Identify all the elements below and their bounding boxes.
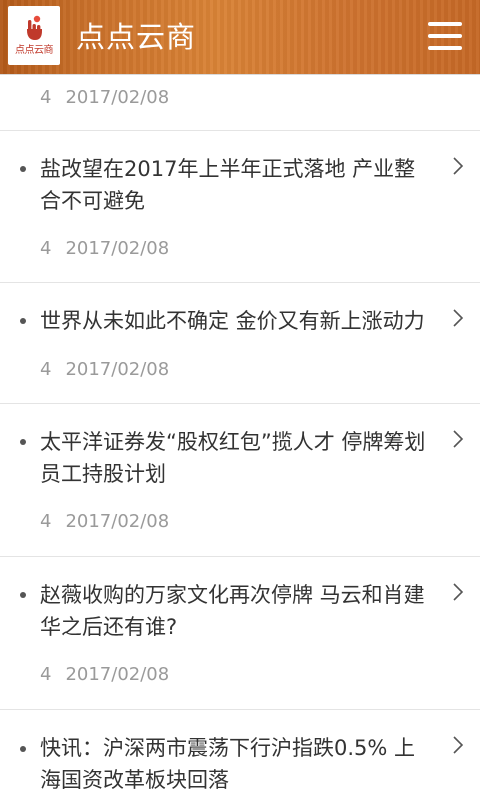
chevron-right-icon [453, 583, 464, 601]
view-count: 4 [40, 664, 52, 685]
app-logo[interactable]: 点点云商 [8, 6, 60, 65]
app-header: 点点云商 点点云商 [0, 0, 480, 74]
chevron-right-icon [453, 736, 464, 754]
bullet-icon [20, 166, 26, 172]
publish-date: 2017/02/08 [65, 359, 170, 380]
chevron-right-icon [453, 157, 464, 175]
chevron-right-icon [453, 430, 464, 448]
view-count: 4 [40, 87, 52, 108]
news-title: 快讯：沪深两市震荡下行沪指跌0.5% 上海国资改革板块回落 [40, 736, 416, 792]
view-count: 4 [40, 359, 52, 380]
view-count: 4 [40, 238, 52, 259]
app-title: 点点云商 [76, 20, 197, 54]
item-meta: 4 2017/02/08 [40, 86, 169, 110]
news-title: 赵薇收购的万家文化再次停牌 马云和肖建华之后还有谁? [40, 583, 425, 639]
bullet-icon [20, 318, 26, 324]
list-item[interactable]: 盐改望在2017年上半年正式落地 产业整合不可避免 4 2017/02/08 [0, 131, 480, 283]
item-meta: 4 2017/02/08 [40, 663, 169, 687]
item-meta: 4 2017/02/08 [40, 358, 169, 382]
item-meta: 4 2017/02/08 [40, 510, 169, 534]
hand-logo-icon [27, 15, 42, 40]
list-item[interactable]: 太平洋证券发“股权红包”揽人才 停牌筹划员工持股计划 4 2017/02/08 [0, 404, 480, 557]
publish-date: 2017/02/08 [65, 87, 170, 108]
list-item[interactable]: 世界从未如此不确定 金价又有新上涨动力 4 2017/02/08 [0, 283, 480, 404]
publish-date: 2017/02/08 [65, 664, 170, 685]
publish-date: 2017/02/08 [65, 511, 170, 532]
hamburger-menu-icon[interactable] [426, 18, 466, 54]
view-count: 4 [40, 511, 52, 532]
news-title: 世界从未如此不确定 金价又有新上涨动力 [40, 309, 425, 333]
logo-text: 点点云商 [15, 45, 54, 56]
bullet-icon [20, 439, 26, 445]
item-meta: 4 2017/02/08 [40, 237, 169, 261]
chevron-right-icon [453, 309, 464, 327]
list-item[interactable]: 赵薇收购的万家文化再次停牌 马云和肖建华之后还有谁? 4 2017/02/08 [0, 557, 480, 710]
publish-date: 2017/02/08 [65, 238, 170, 259]
bullet-icon [20, 592, 26, 598]
list-item[interactable]: 4 2017/02/08 [0, 74, 480, 131]
news-title: 太平洋证券发“股权红包”揽人才 停牌筹划员工持股计划 [40, 430, 426, 486]
news-title: 盐改望在2017年上半年正式落地 产业整合不可避免 [40, 157, 416, 213]
bullet-icon [20, 746, 26, 752]
list-item[interactable]: 快讯：沪深两市震荡下行沪指跌0.5% 上海国资改革板块回落 [0, 710, 480, 800]
